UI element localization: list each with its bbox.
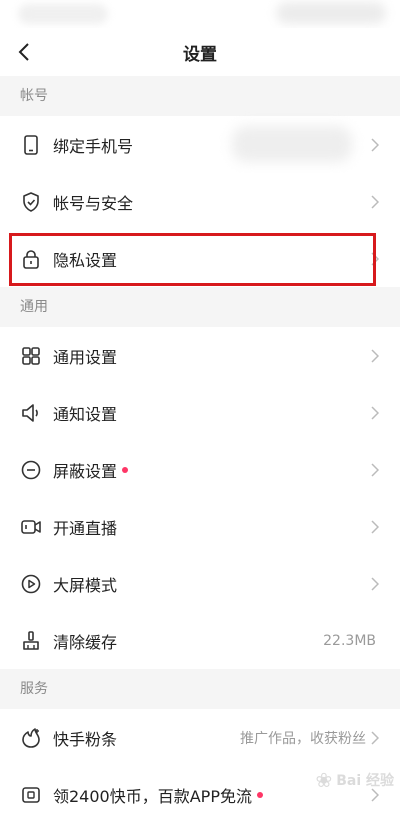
settings-item-privacy[interactable]: 隐私设置 <box>0 230 400 287</box>
chevron-right-icon <box>370 251 380 266</box>
chevron-right-icon <box>370 348 380 363</box>
settings-item-notifications[interactable]: 通知设置 <box>0 384 400 441</box>
chevron-right-icon <box>370 519 380 534</box>
section-header-account: 帐号 <box>0 76 400 116</box>
shield-icon <box>20 191 42 213</box>
blurred-phone-number <box>232 126 352 162</box>
settings-item-free-data[interactable]: 领2400快币，百款APP免流 <box>0 766 400 823</box>
nav-bar: 设置 <box>0 28 400 76</box>
minus-circle-icon <box>20 459 42 481</box>
settings-item-label: 大屏模式 <box>53 575 118 595</box>
settings-item-label: 开通直播 <box>53 518 118 538</box>
back-button[interactable] <box>10 38 38 66</box>
settings-item-clear-cache[interactable]: 清除缓存 22.3MB <box>0 612 400 669</box>
settings-item-label: 屏蔽设置 <box>53 461 118 481</box>
settings-item-live[interactable]: 开通直播 <box>0 498 400 555</box>
settings-item-label: 领2400快币，百款APP免流 <box>53 786 252 806</box>
settings-item-label: 通用设置 <box>53 347 118 367</box>
chevron-right-icon <box>370 137 380 152</box>
status-bar <box>0 0 400 28</box>
broom-icon <box>20 630 42 652</box>
video-camera-icon <box>20 516 42 538</box>
settings-item-fan-boost[interactable]: 快手粉条 推广作品，收获粉丝 <box>0 709 400 766</box>
settings-item-label: 隐私设置 <box>53 250 118 270</box>
speaker-icon <box>20 402 42 424</box>
play-screen-icon <box>20 573 42 595</box>
settings-item-label: 清除缓存 <box>53 632 118 652</box>
settings-item-label: 帐号与安全 <box>53 193 134 213</box>
blurred-status-left <box>18 4 108 24</box>
chevron-left-icon <box>18 43 29 61</box>
sim-card-icon <box>20 784 42 806</box>
lock-icon <box>20 248 42 270</box>
promo-icon <box>20 727 42 749</box>
chevron-right-icon <box>370 787 380 802</box>
settings-item-bind-phone[interactable]: 绑定手机号 <box>0 116 400 173</box>
chevron-right-icon <box>370 730 380 745</box>
chevron-right-icon <box>370 194 380 209</box>
chevron-right-icon <box>370 405 380 420</box>
grid-icon <box>20 345 42 367</box>
chevron-right-icon <box>370 462 380 477</box>
fan-boost-hint: 推广作品，收获粉丝 <box>240 730 366 747</box>
badge-dot <box>122 466 129 473</box>
cache-size-value: 22.3MB <box>323 632 376 649</box>
section-header-general: 通用 <box>0 287 400 327</box>
page-title: 设置 <box>183 44 217 65</box>
badge-dot <box>256 791 263 798</box>
settings-item-label: 快手粉条 <box>53 729 118 749</box>
settings-item-general[interactable]: 通用设置 <box>0 327 400 384</box>
phone-icon <box>20 134 42 156</box>
settings-item-bigscreen[interactable]: 大屏模式 <box>0 555 400 612</box>
settings-item-label: 绑定手机号 <box>53 136 134 156</box>
settings-item-block[interactable]: 屏蔽设置 <box>0 441 400 498</box>
settings-item-label: 通知设置 <box>53 404 118 424</box>
settings-item-account-security[interactable]: 帐号与安全 <box>0 173 400 230</box>
section-header-services: 服务 <box>0 669 400 709</box>
chevron-right-icon <box>370 576 380 591</box>
blurred-status-right <box>276 2 386 24</box>
